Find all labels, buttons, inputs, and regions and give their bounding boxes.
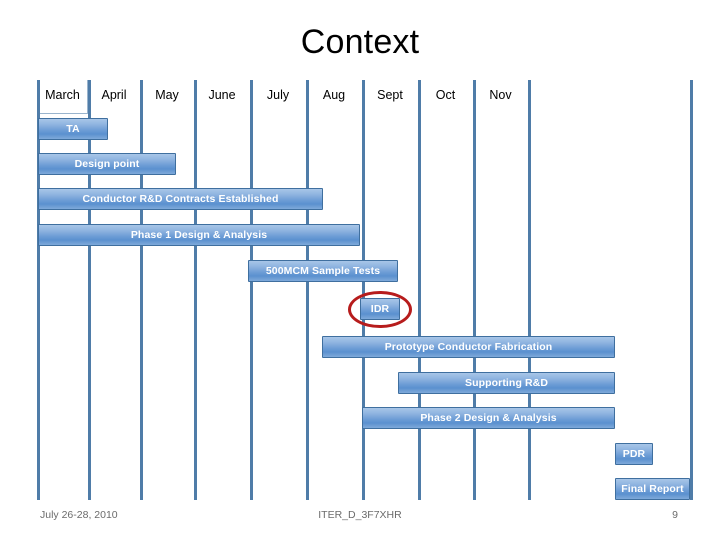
gantt-bar-final-report[interactable]: Final Report xyxy=(615,478,690,500)
timeline-column-divider xyxy=(362,80,365,500)
timeline-column-divider xyxy=(418,80,421,500)
month-label-oct: Oct xyxy=(435,88,456,102)
month-label-june: June xyxy=(208,88,236,102)
footer-document-id: ITER_D_3F7XHR xyxy=(318,509,402,521)
month-label-july: July xyxy=(266,88,290,102)
gantt-bar-idr[interactable]: IDR xyxy=(360,298,400,320)
gantt-bar-supporting-randd[interactable]: Supporting R&D xyxy=(398,372,615,394)
month-label-aug: Aug xyxy=(322,88,346,102)
gantt-bar-pdr[interactable]: PDR xyxy=(615,443,653,465)
timeline-column-divider xyxy=(37,80,40,500)
timeline-column-divider xyxy=(194,80,197,500)
month-label-march: March xyxy=(45,88,80,102)
page-title: Context xyxy=(300,23,420,61)
footer-page-number: 9 xyxy=(672,509,678,521)
gantt-bar-phase-1-design-and-analysis[interactable]: Phase 1 Design & Analysis xyxy=(38,224,360,246)
timeline-column-divider xyxy=(528,80,531,500)
timeline-column-divider xyxy=(690,80,693,500)
month-label-may: May xyxy=(155,88,179,102)
gantt-bar-phase-2-design-and-analysis[interactable]: Phase 2 Design & Analysis xyxy=(362,407,615,429)
gantt-bar-ta[interactable]: TA xyxy=(38,118,108,140)
month-label-april: April xyxy=(101,88,127,102)
month-label-nov: Nov xyxy=(489,88,512,102)
gantt-bar-500mcm-sample-tests[interactable]: 500MCM Sample Tests xyxy=(248,260,398,282)
timeline-column-divider xyxy=(250,80,253,500)
timeline-column-divider xyxy=(140,80,143,500)
gantt-bar-conductor-randd-contracts-established[interactable]: Conductor R&D Contracts Established xyxy=(38,188,323,210)
timeline-grid: March April May June July Aug Sept Oct Nov TA Desi… xyxy=(0,80,720,500)
gantt-bar-prototype-conductor-fabrication[interactable]: Prototype Conductor Fabrication xyxy=(322,336,615,358)
month-label-sept: Sept xyxy=(377,88,403,102)
timeline-column-divider xyxy=(88,80,91,500)
gantt-bar-design-point[interactable]: Design point xyxy=(38,153,176,175)
timeline-column-divider xyxy=(473,80,476,500)
timeline-column-divider xyxy=(306,80,309,500)
slide-canvas: Context March April May June July Aug Sept Oct N… xyxy=(0,0,720,540)
